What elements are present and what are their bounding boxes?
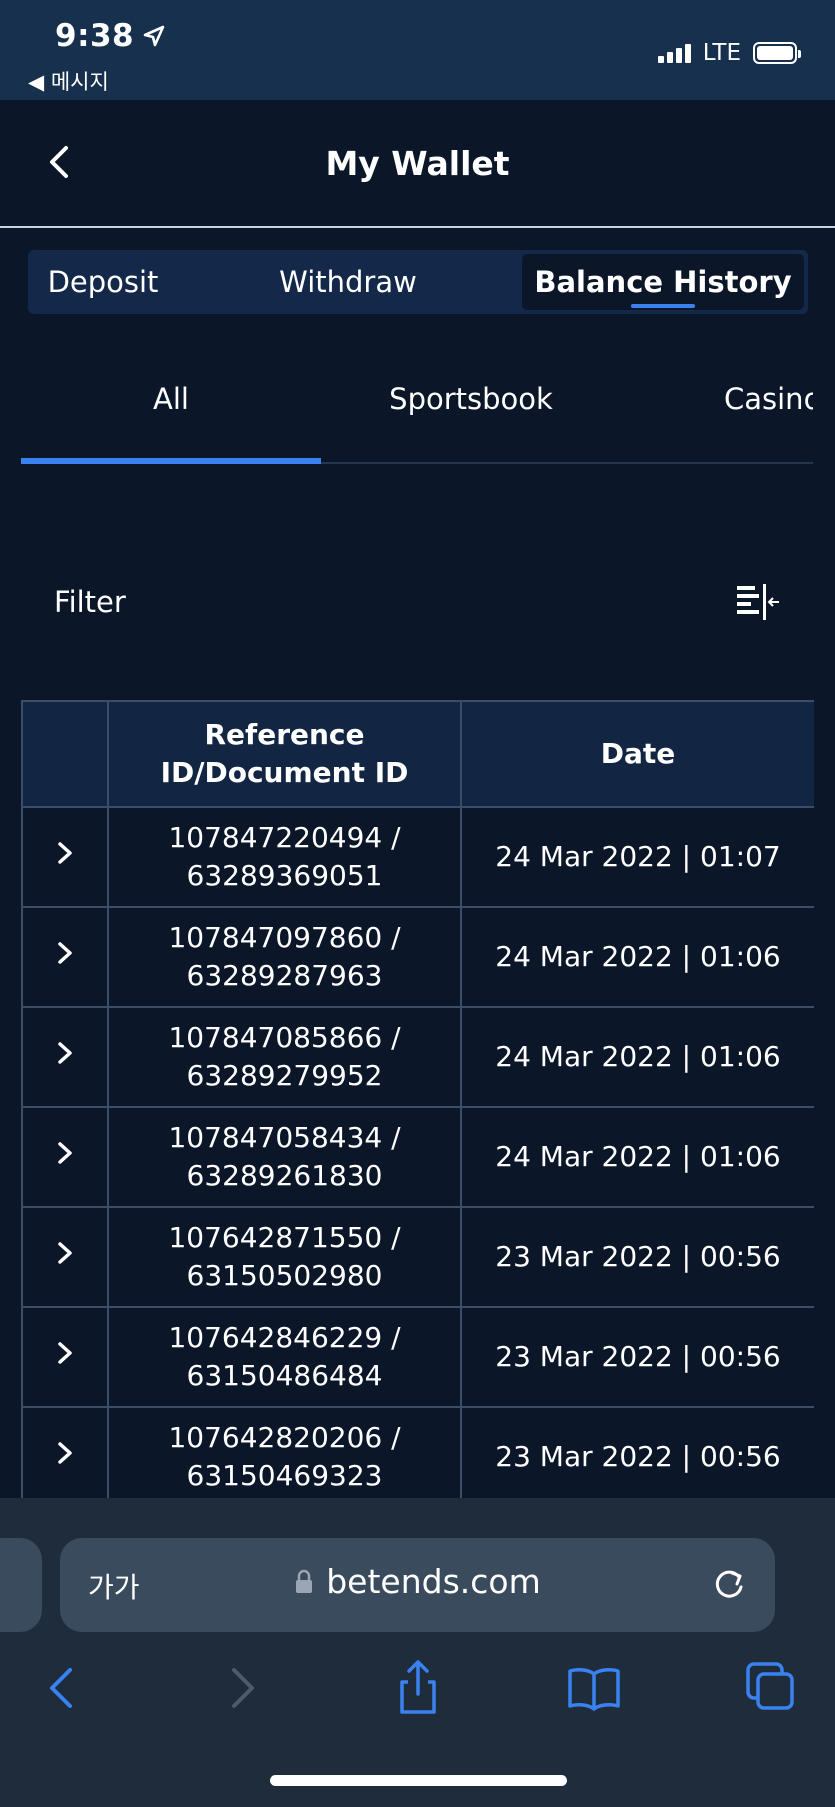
subtab-casino[interactable]: Casino	[724, 382, 813, 416]
date-cell: 23 Mar 2022 | 00:56	[460, 1206, 814, 1308]
status-time: 9:38	[55, 18, 166, 54]
date-cell: 24 Mar 2022 | 01:07	[460, 806, 814, 908]
table-header-row: Reference ID/Document ID Date	[21, 700, 814, 808]
reference-id: 107642846229 /	[168, 1321, 401, 1354]
bookmarks-icon[interactable]	[564, 1658, 624, 1718]
header-expand-col	[21, 700, 109, 808]
battery-icon	[753, 42, 801, 64]
table-row[interactable]: 107847058434 / 63289261830 24 Mar 2022 | 0…	[21, 1106, 814, 1208]
reference-id-cell: 107642871550 / 63150502980	[107, 1206, 462, 1308]
chevron-right-icon[interactable]	[54, 1440, 76, 1466]
subtab-all[interactable]: All	[21, 382, 321, 416]
table-row[interactable]: 107847220494 / 63289369051 24 Mar 2022 | 0…	[21, 806, 814, 908]
tab-withdraw[interactable]: Withdraw	[178, 250, 518, 314]
chevron-right-icon[interactable]	[54, 1340, 76, 1366]
tab-balance-history[interactable]: Balance History	[522, 254, 804, 310]
url-host-text: betends.com	[326, 1562, 541, 1601]
document-id: 63150502980	[186, 1259, 383, 1292]
date-cell: 23 Mar 2022 | 00:56	[460, 1406, 814, 1498]
address-bar[interactable]: 가가 betends.com	[60, 1538, 775, 1632]
row-expand-cell[interactable]	[21, 1306, 109, 1408]
network-label: LTE	[702, 40, 741, 66]
chevron-right-icon[interactable]	[54, 1240, 76, 1266]
signal-icon	[657, 43, 691, 63]
history-category-tabs: All Sportsbook Casino	[21, 360, 813, 464]
row-expand-cell[interactable]	[21, 1406, 109, 1498]
document-id: 63150486484	[186, 1359, 383, 1392]
header-reference-line1: Reference	[204, 718, 365, 751]
balance-history-table-container[interactable]: Reference ID/Document ID Date 1078472204…	[21, 700, 814, 1498]
back-icon[interactable]	[32, 1658, 92, 1718]
reload-icon[interactable]	[709, 1565, 749, 1605]
tab-deposit[interactable]: Deposit	[28, 250, 178, 314]
header-date: Date	[460, 700, 814, 808]
location-arrow-icon	[143, 25, 165, 47]
date-cell: 24 Mar 2022 | 01:06	[460, 906, 814, 1008]
date-cell: 23 Mar 2022 | 00:56	[460, 1306, 814, 1408]
previous-tab-preview[interactable]	[0, 1538, 42, 1632]
row-expand-cell[interactable]	[21, 906, 109, 1008]
chevron-right-icon[interactable]	[54, 840, 76, 866]
page-title: My Wallet	[325, 144, 510, 183]
filter-label[interactable]: Filter	[54, 585, 126, 619]
reference-id-cell: 107847220494 / 63289369051	[107, 806, 462, 908]
table-row[interactable]: 107642846229 / 63150486484 23 Mar 2022 | 0…	[21, 1306, 814, 1408]
table-row[interactable]: 107847097860 / 63289287963 24 Mar 2022 | 0…	[21, 906, 814, 1008]
subtab-sportsbook[interactable]: Sportsbook	[321, 382, 621, 416]
url-display[interactable]: betends.com	[60, 1562, 775, 1601]
document-id: 63289261830	[186, 1159, 383, 1192]
browser-chrome: 가가 betends.com	[0, 1498, 835, 1807]
chevron-right-icon[interactable]	[54, 940, 76, 966]
document-id: 63150469323	[186, 1459, 383, 1492]
document-id: 63289369051	[186, 859, 383, 892]
reference-id: 107847058434 /	[168, 1121, 401, 1154]
chevron-right-icon[interactable]	[54, 1040, 76, 1066]
chevron-right-icon[interactable]	[54, 1140, 76, 1166]
row-expand-cell[interactable]	[21, 806, 109, 908]
header-reference-id: Reference ID/Document ID	[107, 700, 462, 808]
share-icon[interactable]	[388, 1658, 448, 1718]
status-bar: 9:38 ◀ 메시지 LTE	[0, 0, 835, 100]
row-expand-cell[interactable]	[21, 1106, 109, 1208]
row-expand-cell[interactable]	[21, 1206, 109, 1308]
reference-id: 107642820206 /	[168, 1421, 401, 1454]
page-header: My Wallet	[0, 100, 835, 228]
reference-id: 107847085866 /	[168, 1021, 401, 1054]
status-time-text: 9:38	[55, 18, 135, 54]
reference-id-cell: 107642820206 / 63150469323	[107, 1406, 462, 1498]
header-reference-line2: ID/Document ID	[160, 756, 409, 789]
reference-id-cell: 107642846229 / 63150486484	[107, 1306, 462, 1408]
document-id: 63289279952	[186, 1059, 383, 1092]
active-tab-underline	[631, 304, 695, 308]
back-to-app-label: ◀ 메시지	[28, 70, 109, 94]
reference-id: 107847097860 /	[168, 921, 401, 954]
table-row[interactable]: 107642820206 / 63150469323 23 Mar 2022 | 0…	[21, 1406, 814, 1498]
date-cell: 24 Mar 2022 | 01:06	[460, 1006, 814, 1108]
tab-balance-history-label: Balance History	[534, 265, 792, 299]
table-row[interactable]: 107642871550 / 63150502980 23 Mar 2022 | 0…	[21, 1206, 814, 1308]
reference-id: 107847220494 /	[168, 821, 401, 854]
date-cell: 24 Mar 2022 | 01:06	[460, 1106, 814, 1208]
row-expand-cell[interactable]	[21, 1006, 109, 1108]
wallet-tabs: Deposit Withdraw Balance History	[28, 250, 808, 314]
filter-collapse-icon[interactable]	[735, 582, 781, 622]
lock-icon	[296, 1569, 313, 1593]
reference-id-cell: 107847058434 / 63289261830	[107, 1106, 462, 1208]
home-indicator	[270, 1775, 567, 1786]
reference-id-cell: 107847097860 / 63289287963	[107, 906, 462, 1008]
active-subtab-indicator	[21, 458, 321, 464]
reference-id-cell: 107847085866 / 63289279952	[107, 1006, 462, 1108]
reference-id: 107642871550 /	[168, 1221, 401, 1254]
browser-toolbar	[0, 1648, 835, 1728]
document-id: 63289287963	[186, 959, 383, 992]
balance-history-table: Reference ID/Document ID Date 1078472204…	[21, 700, 814, 1498]
status-indicators: LTE	[657, 40, 801, 66]
forward-icon[interactable]	[212, 1658, 272, 1718]
tabs-icon[interactable]	[742, 1658, 802, 1718]
back-to-app-link[interactable]: ◀ 메시지	[28, 66, 109, 96]
table-row[interactable]: 107847085866 / 63289279952 24 Mar 2022 | 0…	[21, 1006, 814, 1108]
